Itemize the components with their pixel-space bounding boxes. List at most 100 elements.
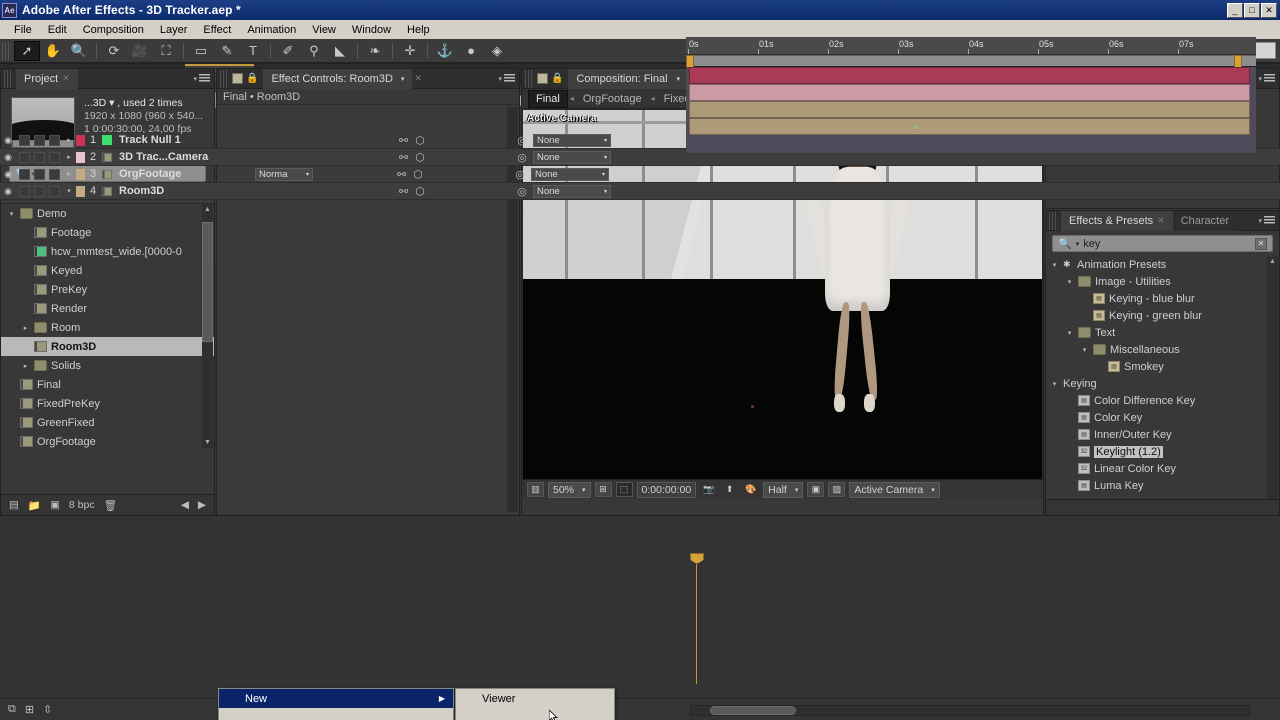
effects-list-item[interactable]: ▾ Image - Utilities	[1046, 273, 1279, 290]
camera-tool-icon[interactable]: 🎥	[127, 41, 153, 61]
project-list-item[interactable]: GreenFixed	[1, 413, 214, 432]
layer-solo-toggle[interactable]	[33, 168, 45, 180]
project-settings-icon[interactable]: ▣	[50, 499, 60, 511]
pan-behind-tool-icon[interactable]: ⛶	[153, 41, 179, 61]
project-list-item[interactable]: PreKey	[1, 280, 214, 299]
menu-composition[interactable]: Composition	[75, 22, 152, 38]
graph-toggle-icon[interactable]: ⇳	[43, 703, 52, 716]
effects-list-item[interactable]: ▤ Smokey	[1046, 358, 1279, 375]
layer-parent-select[interactable]: None ▾	[533, 150, 611, 164]
layer-parent-select[interactable]: None ▾	[531, 167, 609, 181]
minimize-button[interactable]: _	[1227, 2, 1243, 18]
comp-timecode[interactable]: 0:00:00:00	[636, 481, 697, 498]
panel-menu-button[interactable]: ▾	[498, 74, 515, 83]
layer-blend-mode-select[interactable]: Norma ▾	[255, 167, 313, 181]
puppet-pin-tool-icon[interactable]: ✛	[397, 41, 423, 61]
mask-tool-icon[interactable]: ◈	[484, 41, 510, 61]
project-list-item[interactable]: Room3D	[1, 337, 214, 356]
layer-lock-toggle[interactable]	[48, 134, 60, 146]
timeline-layer-bar[interactable]	[689, 84, 1250, 101]
twirl-icon[interactable]: ▾	[1050, 261, 1059, 269]
layer-lock-toggle[interactable]	[48, 151, 60, 163]
scroll-thumb[interactable]	[202, 222, 213, 342]
maximize-button[interactable]: □	[1244, 2, 1260, 18]
tab-effects-presets[interactable]: Effects & Presets ✕	[1061, 210, 1173, 231]
effects-list-item[interactable]: ▤ Luma Key	[1046, 477, 1279, 494]
effects-list-item[interactable]: ▾ Miscellaneous	[1046, 341, 1279, 358]
project-list-item[interactable]: Keyed	[1, 261, 214, 280]
layer-audio-toggle[interactable]	[18, 168, 30, 180]
timeline-layer-row[interactable]: ◉ ▾ 4 Room3D ⚯ ⬡ ◎ None ▾	[0, 183, 1280, 200]
layer-solo-toggle[interactable]	[33, 151, 45, 163]
region-of-interest-icon[interactable]: ⬚	[615, 482, 633, 497]
parent-pickwhip-icon[interactable]: ◎	[511, 185, 533, 198]
clear-search-icon[interactable]: ✕	[1255, 237, 1267, 250]
layer-switches[interactable]: ⚯ ⬡	[393, 185, 511, 198]
scroll-up-icon[interactable]: ▲	[1269, 258, 1276, 265]
prev-icon[interactable]: ◀	[181, 499, 189, 511]
layer-visibility-icon[interactable]: ◉	[0, 169, 16, 180]
tab-composition[interactable]: Composition: Final ▾	[568, 68, 689, 89]
layer-visibility-icon[interactable]: ◉	[0, 186, 16, 197]
layer-switches[interactable]: ⚯ ⬡	[393, 151, 511, 164]
effects-list-item[interactable]: ▤ Inner/Outer Key	[1046, 426, 1279, 443]
layer-source-name[interactable]: Track Null 1	[113, 134, 255, 146]
eraser-tool-icon[interactable]: ◣	[327, 41, 353, 61]
chevron-down-icon[interactable]: ▾	[677, 75, 681, 83]
layer-switches[interactable]: ⚯ ⬡	[393, 134, 511, 147]
menu-view[interactable]: View	[304, 22, 344, 38]
effects-list[interactable]: ▾ ✱ Animation Presets ▾ Image - Utilities ▤ Ke…	[1046, 256, 1279, 512]
region-icon[interactable]: ▣	[807, 482, 825, 497]
keyframe-marker[interactable]	[914, 125, 918, 129]
timeline-horizontal-scrollbar[interactable]	[690, 705, 1250, 716]
close-icon[interactable]: ✕	[1157, 215, 1165, 226]
menu-help[interactable]: Help	[399, 22, 438, 38]
lock-icon[interactable]: 🔒	[551, 73, 563, 84]
effects-scrollbar[interactable]: ▲ ▼	[1267, 256, 1278, 512]
zoom-tool-icon[interactable]: 🔍	[66, 41, 92, 61]
effects-list-item[interactable]: 32 Keylight (1.2)	[1046, 443, 1279, 460]
timeline-layer-bar[interactable]	[689, 101, 1250, 118]
layer-label-color[interactable]	[76, 151, 85, 163]
roto-brush-tool-icon[interactable]: ❧	[362, 41, 388, 61]
tab-character[interactable]: Character	[1172, 210, 1238, 231]
close-button[interactable]: ✕	[1261, 2, 1277, 18]
bit-depth-label[interactable]: 8 bpc	[69, 499, 95, 511]
context-submenu[interactable]: Viewer	[455, 688, 615, 720]
tab-project[interactable]: Project ✕	[16, 68, 78, 89]
view-select[interactable]: Active Camera ▾	[849, 481, 940, 498]
twirl-icon[interactable]: ▾	[1065, 329, 1074, 337]
menu-edit[interactable]: Edit	[40, 22, 75, 38]
panel-grip-icon[interactable]	[220, 69, 228, 88]
twirl-icon[interactable]: ▾	[1065, 278, 1074, 286]
new-folder-icon[interactable]: 📁	[28, 499, 41, 512]
lock-icon[interactable]: 🔒	[246, 73, 258, 84]
layer-switches[interactable]: ⚯ ⬡	[391, 168, 509, 181]
snap-dot-icon[interactable]: ●	[458, 41, 484, 61]
menu-animation[interactable]: Animation	[239, 22, 304, 38]
scroll-up-icon[interactable]: ▲	[204, 206, 211, 213]
timeline-layer-bar[interactable]	[689, 67, 1250, 84]
menu-effect[interactable]: Effect	[195, 22, 239, 38]
always-preview-icon[interactable]: ▥	[527, 482, 544, 497]
project-scrollbar[interactable]: ▲ ▼	[202, 204, 213, 448]
panel-grip-icon[interactable]	[1049, 211, 1057, 230]
anchor-tool-icon[interactable]: ⚓	[432, 41, 458, 61]
twirl-icon[interactable]: ▸	[62, 153, 76, 161]
project-list-item[interactable]: ▾ Demo	[1, 204, 214, 223]
effects-list-item[interactable]: ▾ ✱ Animation Presets	[1046, 256, 1279, 273]
clone-stamp-tool-icon[interactable]: ⚲	[301, 41, 327, 61]
layer-parent-select[interactable]: None ▾	[533, 184, 611, 198]
effects-list-item[interactable]: ▤ Color Key	[1046, 409, 1279, 426]
layer-source-name[interactable]: OrgFootage	[113, 168, 255, 180]
project-list-item[interactable]: FixedPreKey	[1, 394, 214, 413]
comp-flowchart-icon[interactable]: ⊞	[25, 703, 34, 716]
tab-effect-controls[interactable]: Effect Controls: Room3D ▾	[263, 68, 413, 89]
context-menu-item-viewer[interactable]: Viewer	[456, 689, 614, 708]
twirl-icon[interactable]: ▾	[1050, 380, 1059, 388]
brush-tool-icon[interactable]: ✐	[275, 41, 301, 61]
comp-subtab-final[interactable]: Final	[528, 89, 568, 108]
parent-pickwhip-icon[interactable]: ◎	[509, 168, 531, 181]
show-snapshot-icon[interactable]: ⬆	[721, 482, 738, 497]
layer-audio-toggle[interactable]	[18, 185, 30, 197]
